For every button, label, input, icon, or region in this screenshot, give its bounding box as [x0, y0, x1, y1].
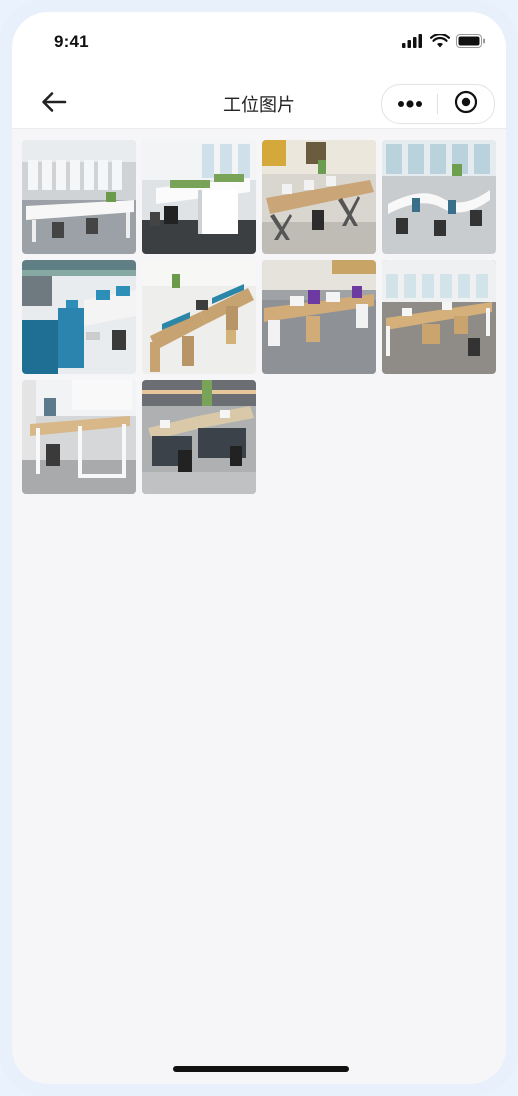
home-indicator	[173, 1066, 349, 1072]
status-icons	[402, 33, 486, 53]
more-button[interactable]	[382, 85, 437, 123]
workstation-photo-grid	[22, 140, 498, 494]
workstation-photo[interactable]	[142, 380, 256, 494]
mini-program-capsule	[381, 84, 495, 124]
screen: 9:41 工位图片	[12, 12, 506, 1084]
more-dots-icon	[397, 95, 423, 113]
battery-icon	[456, 34, 486, 53]
workstation-photo[interactable]	[382, 140, 496, 254]
wifi-icon	[429, 33, 451, 53]
workstation-photo[interactable]	[142, 140, 256, 254]
workstation-photo[interactable]	[22, 140, 136, 254]
workstation-photo[interactable]	[22, 380, 136, 494]
navigation-bar: 工位图片	[12, 78, 506, 129]
close-mini-program-button[interactable]	[438, 85, 493, 123]
signal-icon	[402, 34, 424, 53]
workstation-photo[interactable]	[382, 260, 496, 374]
target-circle-icon	[454, 90, 478, 119]
workstation-photo[interactable]	[22, 260, 136, 374]
workstation-photo[interactable]	[262, 140, 376, 254]
status-bar: 9:41	[12, 12, 506, 78]
device-frame: 9:41 工位图片	[0, 0, 518, 1096]
workstation-photo[interactable]	[262, 260, 376, 374]
status-time: 9:41	[54, 32, 89, 51]
workstation-photo[interactable]	[142, 260, 256, 374]
